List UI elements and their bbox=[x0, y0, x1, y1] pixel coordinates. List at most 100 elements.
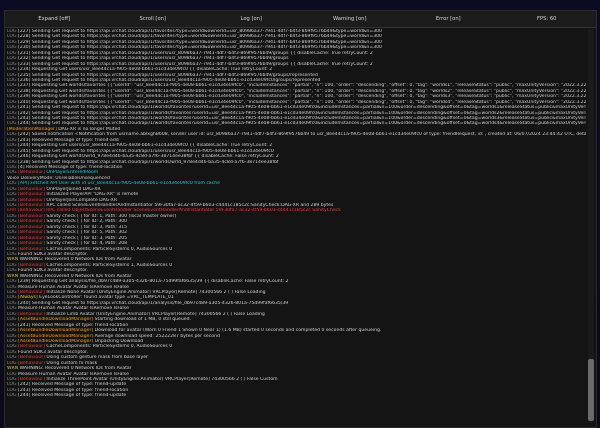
log-message: Sanity check [ ] for ID: 3, Path: 315 bbox=[44, 224, 128, 230]
log-tag: [AssetBundleDownloadManager] bbox=[18, 328, 94, 334]
log-message: Found SDK3 avatar descriptor. bbox=[18, 251, 88, 257]
log-level-label: LOG bbox=[7, 328, 19, 334]
log-message: Initialize ThreePoint Avatar (UnityEngin… bbox=[44, 377, 278, 382]
log-level-label: LOG bbox=[7, 67, 19, 73]
log-message: Found SDK3 avatar descriptor. bbox=[18, 268, 88, 274]
log-message: Sending Get request to https://api.vrcha… bbox=[30, 110, 586, 116]
log-level-label: LOG bbox=[7, 203, 19, 208]
log-level-label: LOG bbox=[7, 279, 19, 285]
log-tag: [Behaviour] bbox=[18, 241, 45, 247]
log-message: Sanity check [ ] for ID: 3, Path: 205 bbox=[44, 235, 128, 241]
log-level-label: LOG bbox=[7, 56, 19, 62]
log-message: CacheComponents: ParticleSystems 1, Audi… bbox=[44, 262, 173, 268]
log-tag: [Behaviour] bbox=[18, 197, 45, 203]
log-tag: [242] bbox=[18, 110, 31, 116]
log-message: Using custom fx mask bbox=[44, 360, 98, 366]
log-level-label: LOG bbox=[7, 137, 19, 143]
log-message: Received Message of type: friend-locatio… bbox=[24, 164, 123, 170]
log-tag: [227] bbox=[18, 29, 31, 34]
log-message: OnPlayerEnteredRoom bbox=[44, 170, 99, 176]
log-message: Sending Get request to https://api.vrcha… bbox=[30, 121, 586, 127]
log-message: Sanity check [ ] for ID: 4, Path: 208 bbox=[44, 241, 128, 247]
log-level-label: LOG bbox=[7, 77, 19, 83]
log-tag: [244] bbox=[18, 393, 31, 399]
log-message: OnPlayerJoinComplete DAG-XR bbox=[44, 197, 118, 203]
log-tag: [234] bbox=[18, 67, 31, 73]
log-message: Sending Get request to https://api.vrcha… bbox=[30, 50, 373, 56]
log-tag: [241] bbox=[18, 322, 31, 328]
log-level-label: LOG bbox=[7, 382, 19, 388]
log-message: Sending Get request to https://api.vrcha… bbox=[30, 148, 274, 154]
log-tag: [237] bbox=[18, 83, 31, 89]
log-level-label: LOG bbox=[7, 45, 19, 51]
log-tag: [244] bbox=[18, 143, 31, 149]
log-output-area[interactable]: LOG [227] Sending Get request to https:/… bbox=[7, 29, 586, 423]
log-tag: [Behaviour] bbox=[18, 262, 45, 268]
log-tag: [238] bbox=[18, 88, 31, 94]
log-message: Requesting Get users/usr_8ee44c1a-f905-4… bbox=[30, 143, 273, 149]
scrollbar-thumb[interactable] bbox=[588, 359, 594, 421]
log-message: Sending Get request to https://api.vrcha… bbox=[30, 39, 382, 45]
log-level-label: LOG bbox=[7, 360, 19, 366]
log-message: Initialized PlayerAPI "DAG-XR" is remote bbox=[44, 192, 139, 198]
log-level-label: LOG bbox=[7, 213, 19, 219]
log-tag: [236] bbox=[18, 77, 31, 83]
log-message: CacheComponents: ParticleSystems 0, Audi… bbox=[44, 344, 173, 350]
log-message: Received Message of type: friend-add bbox=[30, 137, 119, 143]
log-tag: [Behaviour] bbox=[18, 311, 45, 317]
log-message: Initialize None Avatar (UnityEngine.Anim… bbox=[44, 290, 266, 295]
expand-toggle-button[interactable]: Expand [off] bbox=[5, 11, 104, 27]
log-level-label: LOG bbox=[7, 246, 19, 252]
log-message: Sending Get request to https://api.vrcha… bbox=[30, 116, 586, 121]
log-tag: [233] bbox=[18, 61, 31, 67]
log-message: WARNING: Recovered 0 Network IDs from Av… bbox=[19, 273, 132, 279]
log-tag: [ModerationManager] bbox=[7, 126, 57, 132]
log-level-label: LOG bbox=[7, 83, 19, 89]
log-tag: [243] bbox=[18, 116, 31, 121]
log-message: Sending Get request to https://api.vrcha… bbox=[30, 105, 586, 111]
log-message: EyeLookController: found avatar type =VR… bbox=[37, 295, 174, 301]
log-tag: [Behaviour] bbox=[17, 208, 45, 214]
log-message: Sending Get request to https://api.vrcha… bbox=[30, 159, 279, 165]
log-message: Requesting Get worlds/favorites {{"userI… bbox=[30, 94, 586, 100]
log-message: Sanity check [ ] for ID: 2, Path: 300 bbox=[44, 219, 128, 225]
log-level-label: LOG bbox=[7, 219, 19, 225]
log-level-label: LOG bbox=[7, 290, 19, 295]
scroll-toggle-button[interactable]: Scroll [on] bbox=[104, 11, 203, 27]
log-tag: [243] bbox=[18, 387, 31, 393]
log-level-label: LOG bbox=[7, 72, 19, 78]
log-scrollbar[interactable] bbox=[588, 29, 594, 423]
log-level-label: LOG bbox=[7, 295, 19, 301]
log-message: OnPlayerJoined DAG-XR bbox=[44, 186, 101, 192]
log-message: RPC called ObjectSceneEventHandler Scene… bbox=[44, 208, 341, 214]
log-level-label: LOG bbox=[7, 39, 19, 45]
log-tag: [242] bbox=[18, 132, 31, 138]
log-tag: [235] bbox=[18, 72, 31, 78]
log-tag: [240] bbox=[18, 99, 31, 105]
log-tag: [Behaviour] bbox=[18, 224, 45, 230]
log-tag: [240] bbox=[18, 300, 31, 306]
log-tag: [239] bbox=[18, 279, 31, 285]
log-message: Sending Get request to https://api.vrcha… bbox=[30, 34, 382, 40]
error-filter-button[interactable]: Error [on] bbox=[399, 11, 498, 27]
log-tag: [238] bbox=[18, 159, 31, 165]
log-message: RPC called SceneEventHandlerAndInstantia… bbox=[44, 203, 334, 208]
log-message: Received Message of type: friend-locatio… bbox=[30, 387, 129, 393]
log-tag: [Behaviour] bbox=[18, 290, 45, 295]
log-level-label: LOG bbox=[7, 105, 19, 111]
log-level-label: LOG bbox=[7, 393, 19, 399]
warning-filter-button[interactable]: Warning [on] bbox=[301, 11, 400, 27]
log-level-label: LOG bbox=[7, 349, 19, 355]
log-tag: [AssetBundleDownloadManager] bbox=[18, 338, 94, 344]
log-level-label: LOG bbox=[7, 387, 19, 393]
log-message: Initialize Limb Avatar (UnityEngine.Anim… bbox=[44, 311, 265, 317]
log-filter-button[interactable]: Log [on] bbox=[202, 11, 301, 27]
log-tag: [API] bbox=[18, 181, 29, 187]
log-level-label: LOG bbox=[7, 284, 19, 290]
log-message: Starting download of 1 MB, 0 still queue… bbox=[93, 317, 192, 323]
log-message: CacheComponents: ParticleSystems 0, Audi… bbox=[44, 246, 173, 252]
log-message: Sending Get request to https://api.vrcha… bbox=[30, 77, 321, 83]
log-tag: [Behaviour] bbox=[18, 360, 45, 366]
log-level-label: LOG bbox=[7, 241, 19, 247]
log-message: Sending Get request to https://api.vrcha… bbox=[30, 61, 373, 67]
